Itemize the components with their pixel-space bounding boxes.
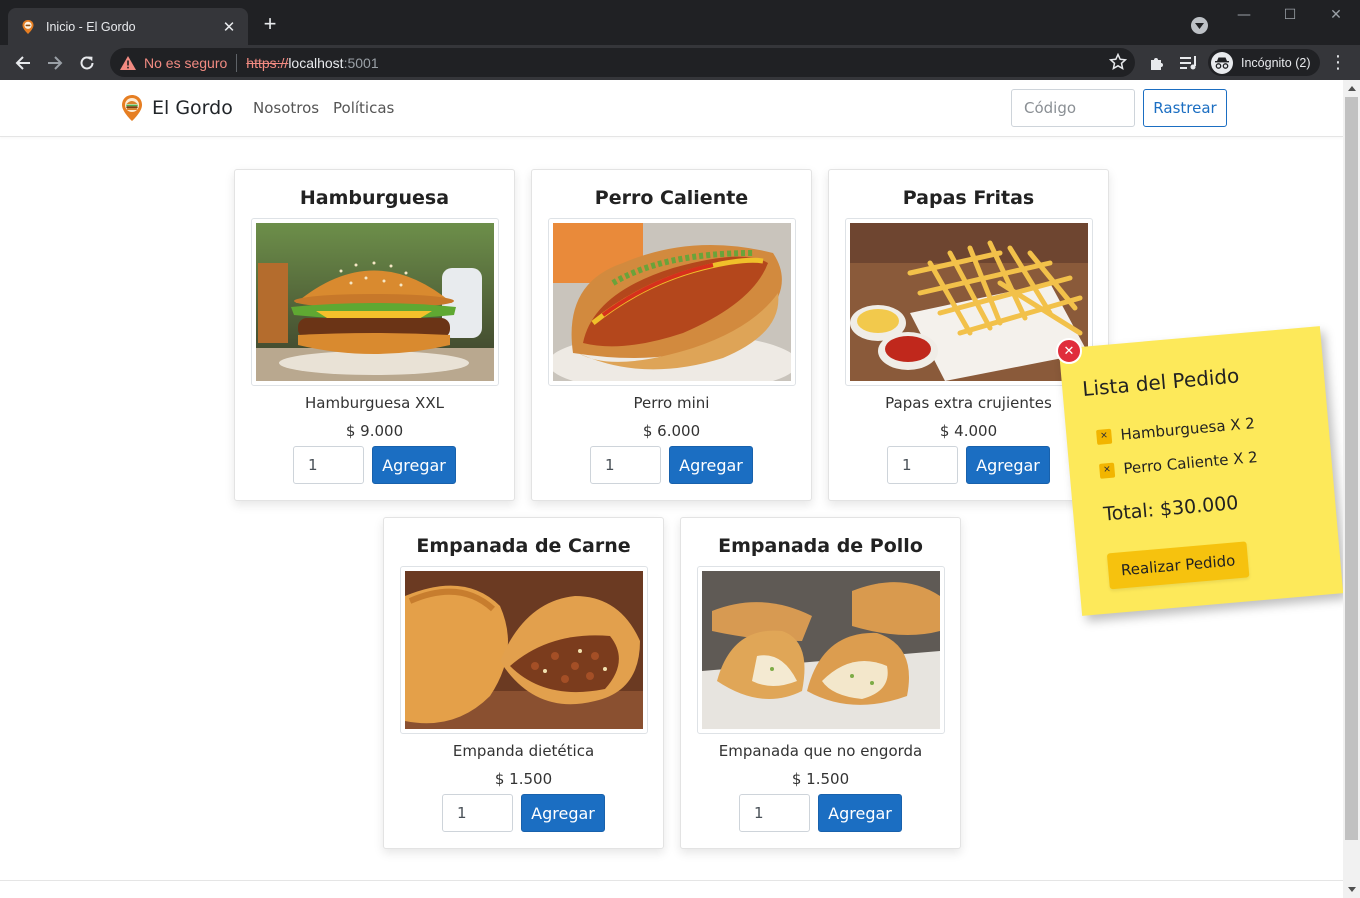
tab-close-icon[interactable]: ✕	[220, 18, 238, 36]
product-price: $ 6.000	[642, 422, 701, 440]
incognito-profile-button[interactable]: Incógnito (2)	[1208, 49, 1321, 76]
order-item-label: Hamburguesa X 2	[1119, 414, 1256, 444]
maximize-icon[interactable]: ☐	[1267, 4, 1313, 30]
close-note-icon[interactable]: ✕	[1056, 338, 1082, 364]
order-title: Lista del Pedido	[1081, 363, 1241, 401]
browser-menu-icon[interactable]: ⋮	[1328, 51, 1348, 75]
new-tab-plus-icon[interactable]: +	[258, 12, 282, 36]
browser-toolbar: No es seguro https:// localhost :5001 In…	[0, 45, 1360, 80]
remove-item-icon[interactable]: ✕	[1098, 462, 1116, 479]
fries-photo	[850, 223, 1088, 381]
browser-tab[interactable]: Inicio - El Gordo ✕	[8, 8, 248, 45]
beef-empanada-photo	[405, 571, 643, 729]
product-description: Hamburguesa XXL	[305, 394, 444, 412]
order-item: ✕ Perro Caliente X 2	[1098, 448, 1259, 480]
quantity-input[interactable]	[739, 794, 810, 832]
product-title: Perro Caliente	[594, 187, 749, 209]
security-status[interactable]: No es seguro	[144, 55, 227, 71]
burger-pin-logo-icon	[122, 95, 142, 121]
page-scrollbar[interactable]	[1343, 80, 1360, 898]
quantity-input[interactable]	[887, 446, 958, 484]
chicken-empanada-photo	[702, 571, 940, 729]
place-order-button[interactable]: Realizar Pedido	[1106, 541, 1250, 590]
add-to-order-button[interactable]: Agregar	[966, 446, 1050, 484]
warning-icon	[120, 55, 136, 70]
tracking-code-input[interactable]	[1011, 89, 1135, 127]
media-queue-icon[interactable]	[1177, 51, 1201, 75]
footer-divider	[0, 880, 1343, 881]
scroll-up-arrow-icon[interactable]	[1343, 80, 1360, 97]
product-image-frame	[697, 566, 945, 734]
product-title: Empanada de Pollo	[718, 535, 923, 557]
brand-link[interactable]: El Gordo	[120, 94, 233, 122]
back-arrow-icon[interactable]	[11, 51, 35, 75]
track-button[interactable]: Rastrear	[1143, 89, 1227, 127]
product-image-frame	[845, 218, 1093, 386]
product-image-frame	[548, 218, 796, 386]
browser-titlebar: Inicio - El Gordo ✕ + — ☐ ✕	[0, 0, 1360, 45]
profile-label: Incógnito (2)	[1241, 55, 1311, 70]
bookmark-star-icon[interactable]	[1109, 53, 1127, 71]
order-item: ✕ Hamburguesa X 2	[1095, 414, 1256, 446]
nav-link-politicas[interactable]: Políticas	[333, 99, 394, 117]
reload-icon[interactable]	[75, 51, 99, 75]
tab-search-icon[interactable]	[1191, 17, 1208, 34]
tab-title: Inicio - El Gordo	[46, 19, 136, 34]
add-to-order-button[interactable]: Agregar	[669, 446, 753, 484]
add-to-order-button[interactable]: Agregar	[818, 794, 902, 832]
url-port: :5001	[343, 54, 379, 71]
address-bar[interactable]: No es seguro https:// localhost :5001	[110, 48, 1135, 77]
product-card-perro-caliente: Perro Caliente Perro mini $ 6.000 Agrega…	[531, 169, 812, 501]
product-image-frame	[400, 566, 648, 734]
scroll-down-arrow-icon[interactable]	[1343, 881, 1360, 898]
product-description: Perro mini	[633, 394, 710, 412]
quantity-input[interactable]	[442, 794, 513, 832]
add-to-order-button[interactable]: Agregar	[521, 794, 605, 832]
url-scheme: https://	[246, 54, 289, 71]
product-card-empanada-pollo: Empanada de Pollo Empanada que no engord…	[680, 517, 961, 849]
window-close-icon[interactable]: ✕	[1313, 4, 1359, 30]
product-title: Empanada de Carne	[416, 535, 631, 557]
order-total: Total: $30.000	[1102, 491, 1240, 526]
hotdog-photo	[553, 223, 791, 381]
scrollbar-thumb[interactable]	[1345, 97, 1358, 840]
order-sticky-note: Lista del Pedido ✕ Hamburguesa X 2 ✕ Per…	[1058, 326, 1344, 616]
burger-photo	[256, 223, 494, 381]
forward-arrow-icon[interactable]	[43, 51, 67, 75]
url-host: localhost	[288, 54, 344, 71]
incognito-icon	[1211, 51, 1233, 74]
nav-link-nosotros[interactable]: Nosotros	[253, 99, 319, 117]
product-image-frame	[251, 218, 499, 386]
brand-name: El Gordo	[152, 97, 233, 119]
product-card-empanada-carne: Empanada de Carne Empanda dietética $ 1.…	[383, 517, 664, 849]
quantity-input[interactable]	[590, 446, 661, 484]
order-item-label: Perro Caliente X 2	[1122, 448, 1259, 478]
add-to-order-button[interactable]: Agregar	[372, 446, 456, 484]
product-title: Hamburguesa	[299, 187, 450, 209]
product-price: $ 1.500	[494, 770, 553, 788]
burger-pin-icon	[22, 19, 34, 34]
product-price: $ 1.500	[791, 770, 850, 788]
product-description: Empanada que no engorda	[718, 742, 923, 760]
minimize-icon[interactable]: —	[1221, 4, 1267, 30]
omnibox-separator	[236, 53, 238, 72]
extensions-puzzle-icon[interactable]	[1145, 51, 1169, 75]
product-price: $ 9.000	[345, 422, 404, 440]
product-card-hamburguesa: Hamburguesa Hamburguesa XXL $ 9.000 Agre…	[234, 169, 515, 501]
product-title: Papas Fritas	[902, 187, 1035, 209]
site-navbar: El Gordo Nosotros Políticas Rastrear	[0, 80, 1343, 137]
product-description: Empanda dietética	[452, 742, 595, 760]
quantity-input[interactable]	[293, 446, 364, 484]
remove-item-icon[interactable]: ✕	[1095, 428, 1113, 445]
